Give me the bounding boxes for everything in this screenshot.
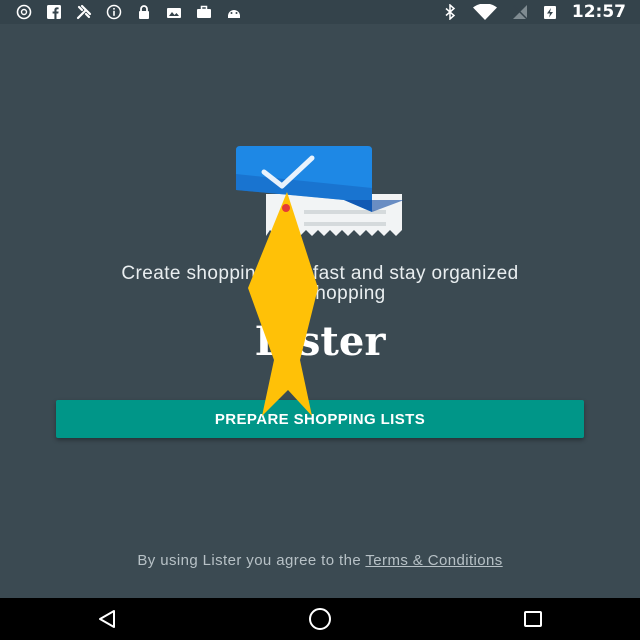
- recents-icon: [524, 611, 543, 627]
- navigation-bar: [0, 598, 640, 640]
- tagline: Create shopping lists fast and stay orga…: [0, 264, 640, 304]
- terms-link[interactable]: Terms & Conditions: [365, 552, 502, 569]
- home-icon: [308, 608, 331, 630]
- status-time: 12:57: [571, 2, 626, 22]
- info-icon: [106, 4, 122, 20]
- photo-icon: [166, 4, 182, 20]
- bluetooth-icon: [442, 4, 458, 20]
- status-right-icons: 12:57: [442, 2, 640, 22]
- back-icon: [98, 610, 115, 628]
- app-title: Lister: [254, 318, 386, 365]
- tools-icon: [76, 4, 92, 20]
- android-icon: [226, 4, 242, 20]
- battery-charging-icon: [542, 4, 558, 20]
- back-button[interactable]: [87, 599, 127, 639]
- home-button[interactable]: [300, 599, 340, 639]
- lock-icon: [136, 4, 152, 20]
- prepare-shopping-lists-button[interactable]: PREPARE SHOPPING LISTS: [56, 400, 584, 438]
- terms-prefix: By using Lister you agree to the: [137, 552, 366, 569]
- terms-text: By using Lister you agree to the Terms &…: [0, 552, 640, 569]
- facebook-icon: [46, 4, 62, 20]
- briefcase-icon: [196, 4, 212, 20]
- tagline-line-1: Create shopping lists fast and stay orga…: [121, 263, 519, 284]
- wifi-icon: [472, 4, 498, 20]
- signal-icon: [512, 4, 528, 20]
- tagline-line-2: while shopping: [254, 283, 386, 304]
- recents-button[interactable]: [513, 599, 553, 639]
- status-left-icons: [0, 4, 242, 20]
- aperture-icon: [16, 4, 32, 20]
- app-logo: [234, 144, 410, 244]
- status-bar: 12:57: [0, 0, 640, 24]
